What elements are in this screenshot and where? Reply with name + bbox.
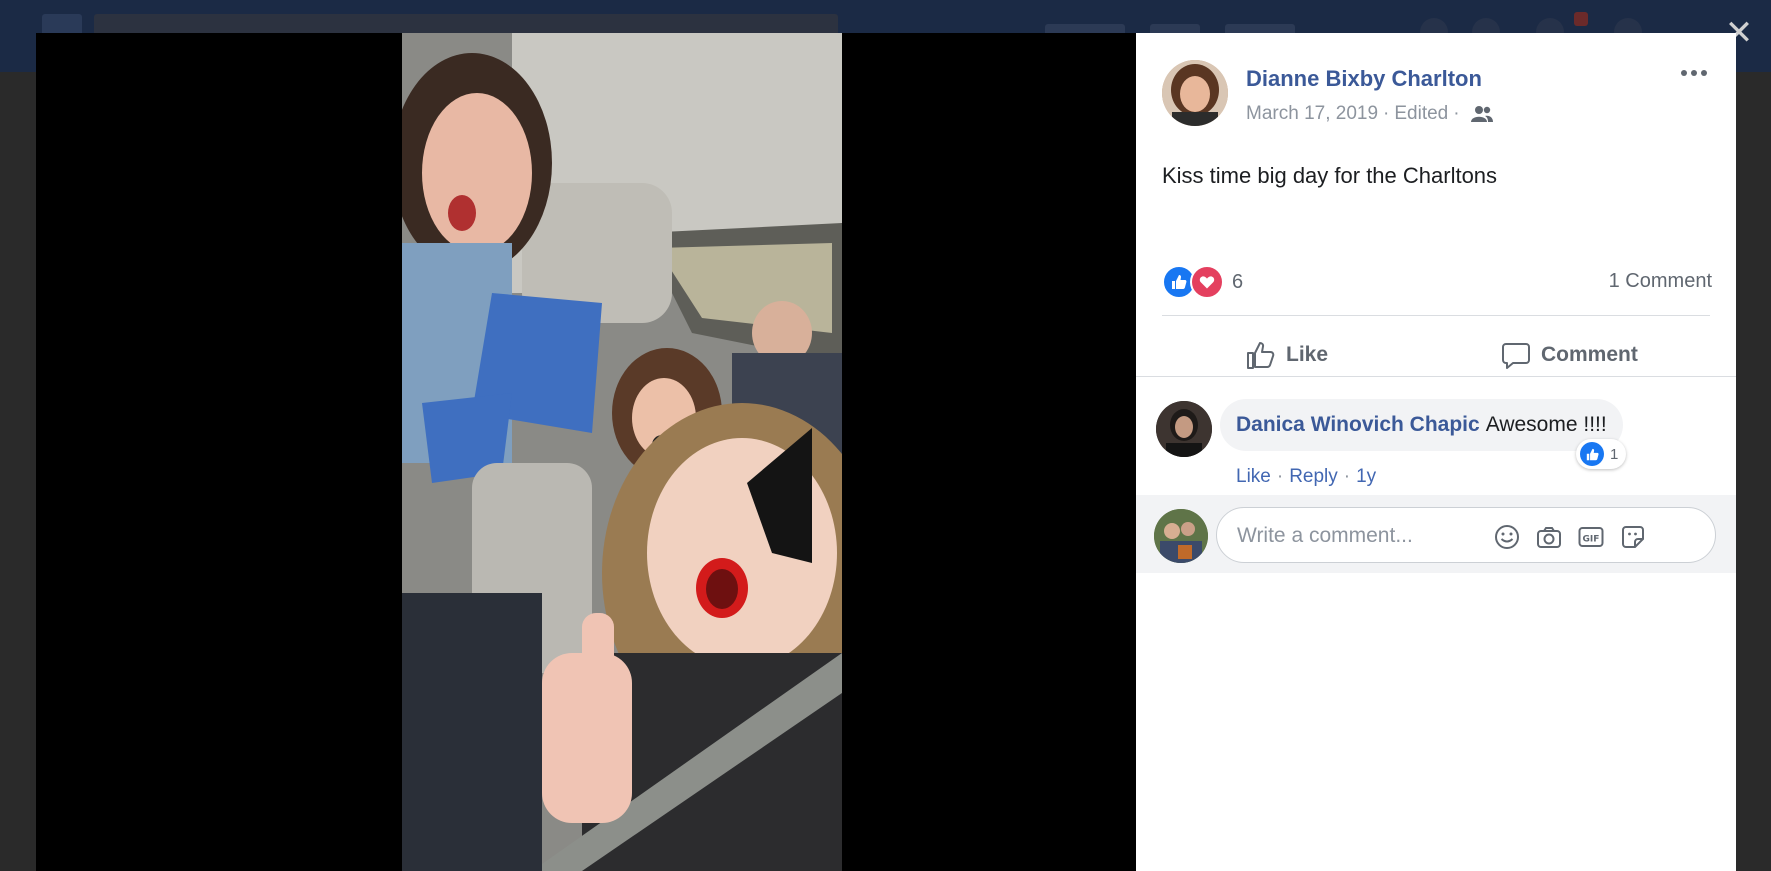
dot-icon <box>1681 70 1687 76</box>
comment-actions-separator: · <box>1276 466 1284 487</box>
post-photo[interactable] <box>402 33 842 871</box>
comment-count-link[interactable]: 1 Comment <box>1609 270 1712 293</box>
commenter-avatar[interactable] <box>1156 401 1212 457</box>
comment-reply-link[interactable]: Reply <box>1289 466 1338 488</box>
post-text: Kiss time big day for the Charltons <box>1162 163 1498 188</box>
background-notification-badge <box>1574 12 1588 26</box>
comment-input-wrapper: GIF <box>1216 507 1716 563</box>
reactions-divider <box>1162 315 1710 316</box>
emoji-icon[interactable] <box>1493 523 1521 551</box>
comment-bubble: Danica Winovich Chapic Awesome !!!! <box>1220 399 1623 451</box>
comment-like-link[interactable]: Like <box>1236 466 1271 488</box>
friends-icon[interactable] <box>1470 105 1493 123</box>
like-reaction-icon <box>1580 442 1604 466</box>
post-date[interactable]: March 17, 2019 <box>1246 103 1378 125</box>
meta-separator: · <box>1453 103 1460 124</box>
comment-text: Awesome !!!! <box>1485 413 1607 436</box>
svg-text:GIF: GIF <box>1583 535 1600 545</box>
more-options-button[interactable] <box>1676 63 1712 83</box>
comment-age[interactable]: 1y <box>1356 466 1376 488</box>
author-avatar[interactable] <box>1162 60 1228 126</box>
comment-composer: GIF <box>1136 495 1736 573</box>
post-side-panel: Dianne Bixby Charlton March 17, 2019 · E… <box>1136 33 1736 871</box>
dot-icon <box>1701 70 1707 76</box>
comment-input[interactable] <box>1235 520 1509 552</box>
photo-stage <box>36 33 1136 871</box>
comment-button[interactable]: Comment <box>1501 333 1638 377</box>
sticker-icon[interactable] <box>1619 523 1647 551</box>
post-meta: March 17, 2019 · Edited · <box>1246 103 1493 125</box>
post-edited-label[interactable]: Edited <box>1394 103 1448 125</box>
current-user-avatar[interactable] <box>1154 509 1208 563</box>
love-reaction-icon <box>1190 265 1224 299</box>
comment-actions: Like · Reply · 1y <box>1236 466 1376 488</box>
dot-icon <box>1691 70 1697 76</box>
thumbs-up-icon <box>1247 342 1275 369</box>
comment-button-label: Comment <box>1541 343 1638 366</box>
reaction-count: 6 <box>1232 270 1244 293</box>
post-author-name[interactable]: Dianne Bixby Charlton <box>1246 66 1482 92</box>
gif-icon[interactable]: GIF <box>1577 523 1605 551</box>
like-button[interactable]: Like <box>1246 333 1328 377</box>
comment-reaction-badge[interactable]: 1 <box>1576 439 1627 469</box>
like-button-label: Like <box>1286 343 1329 366</box>
comment-actions-separator: · <box>1343 466 1351 487</box>
actions-divider <box>1136 376 1736 377</box>
speech-bubble-icon <box>1502 343 1530 369</box>
reaction-summary[interactable]: 6 <box>1162 265 1243 299</box>
camera-icon[interactable] <box>1535 523 1563 551</box>
meta-separator: · <box>1383 103 1390 124</box>
commenter-name[interactable]: Danica Winovich Chapic <box>1236 413 1480 437</box>
comment-reaction-count: 1 <box>1610 445 1619 463</box>
